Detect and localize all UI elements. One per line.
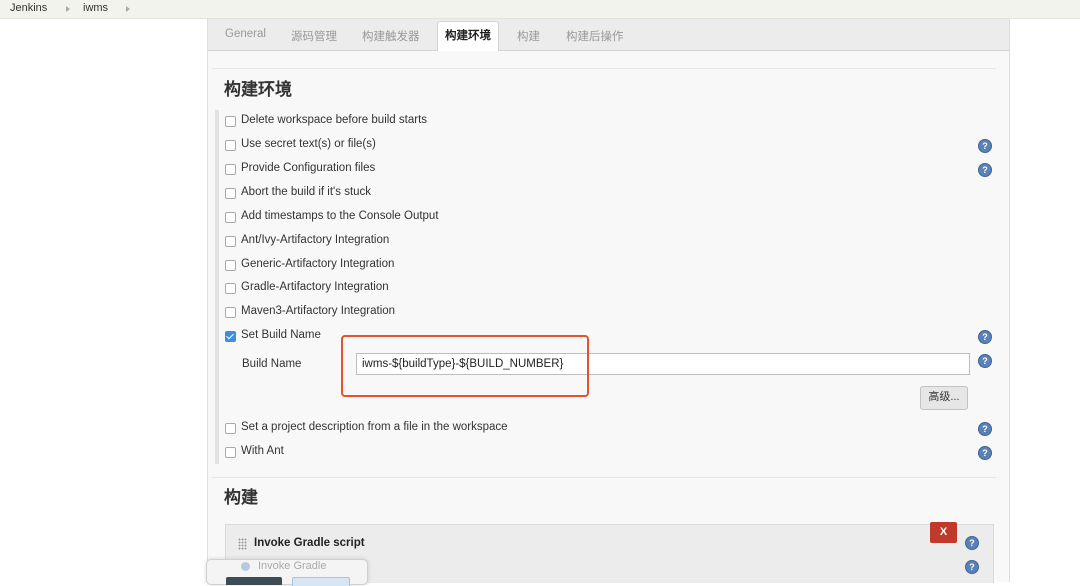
breadcrumb-iwms[interactable]: iwms: [83, 2, 108, 14]
build-step-title: Invoke Gradle script: [254, 537, 365, 549]
checkbox[interactable]: [225, 283, 236, 294]
popup-primary-button[interactable]: [226, 577, 282, 585]
option-label: Delete workspace before build starts: [241, 114, 428, 126]
section-indent-bar: [215, 110, 219, 464]
breadcrumb: Jenkins iwms: [0, 0, 1080, 19]
checkbox[interactable]: [225, 236, 236, 247]
tab-build[interactable]: 构建: [517, 28, 540, 44]
option-label: With Ant: [241, 445, 284, 457]
checkbox[interactable]: [225, 447, 236, 458]
drag-handle-icon[interactable]: [238, 538, 247, 550]
option-label: Use secret text(s) or file(s): [241, 138, 376, 150]
popup-text[interactable]: Invoke Gradle: [258, 560, 326, 572]
option-label: Maven3-Artifactory Integration: [241, 305, 396, 317]
checkbox[interactable]: [225, 164, 236, 175]
highlight-annotation: [341, 335, 589, 397]
help-icon[interactable]: ?: [978, 422, 992, 436]
tab-bar: General 源码管理 构建触发器 构建环境 构建 构建后操作: [208, 19, 1009, 51]
checkbox[interactable]: [225, 423, 236, 434]
checkbox-checked[interactable]: [225, 331, 236, 342]
checkbox[interactable]: [225, 260, 236, 271]
tab-general[interactable]: General: [225, 28, 266, 40]
checkbox[interactable]: [225, 188, 236, 199]
option-label: Add timestamps to the Console Output: [241, 210, 439, 222]
checkbox[interactable]: [225, 307, 236, 318]
breadcrumb-jenkins[interactable]: Jenkins: [10, 2, 47, 14]
divider: [212, 68, 996, 69]
help-icon[interactable]: ?: [978, 163, 992, 177]
help-icon[interactable]: ?: [978, 139, 992, 153]
tab-build-triggers[interactable]: 构建触发器: [362, 28, 420, 44]
option-label: Set Build Name: [241, 329, 321, 341]
checkbox[interactable]: [225, 140, 236, 151]
gradle-icon: [241, 562, 250, 571]
tab-source-code[interactable]: 源码管理: [291, 28, 337, 44]
config-panel: General 源码管理 构建触发器 构建环境 构建 构建后操作 构建环境 De…: [207, 19, 1010, 583]
build-name-label: Build Name: [242, 358, 302, 370]
breadcrumb-separator-icon: [66, 6, 70, 12]
option-label: Provide Configuration files: [241, 162, 376, 174]
breadcrumb-separator-icon: [126, 6, 130, 12]
help-icon[interactable]: ?: [978, 354, 992, 368]
option-label: Gradle-Artifactory Integration: [241, 281, 389, 293]
option-label: Ant/Ivy-Artifactory Integration: [241, 234, 390, 246]
tab-post-build[interactable]: 构建后操作: [566, 28, 624, 44]
help-icon[interactable]: ?: [978, 330, 992, 344]
checkbox[interactable]: [225, 212, 236, 223]
build-title: 构建: [224, 488, 258, 507]
option-label: Set a project description from a file in…: [241, 421, 508, 433]
help-icon[interactable]: ?: [965, 536, 979, 550]
help-icon[interactable]: ?: [965, 560, 979, 574]
delete-step-button[interactable]: X: [930, 522, 957, 543]
help-icon[interactable]: ?: [978, 446, 992, 460]
option-label: Abort the build if it's stuck: [241, 186, 372, 198]
tab-build-environment[interactable]: 构建环境: [437, 21, 499, 51]
divider: [212, 477, 996, 478]
option-label: Generic-Artifactory Integration: [241, 258, 395, 270]
checkbox[interactable]: [225, 116, 236, 127]
gradle-popup: Invoke Gradle: [206, 559, 368, 586]
advanced-button[interactable]: 高级...: [920, 386, 968, 410]
build-environment-title: 构建环境: [224, 80, 292, 99]
